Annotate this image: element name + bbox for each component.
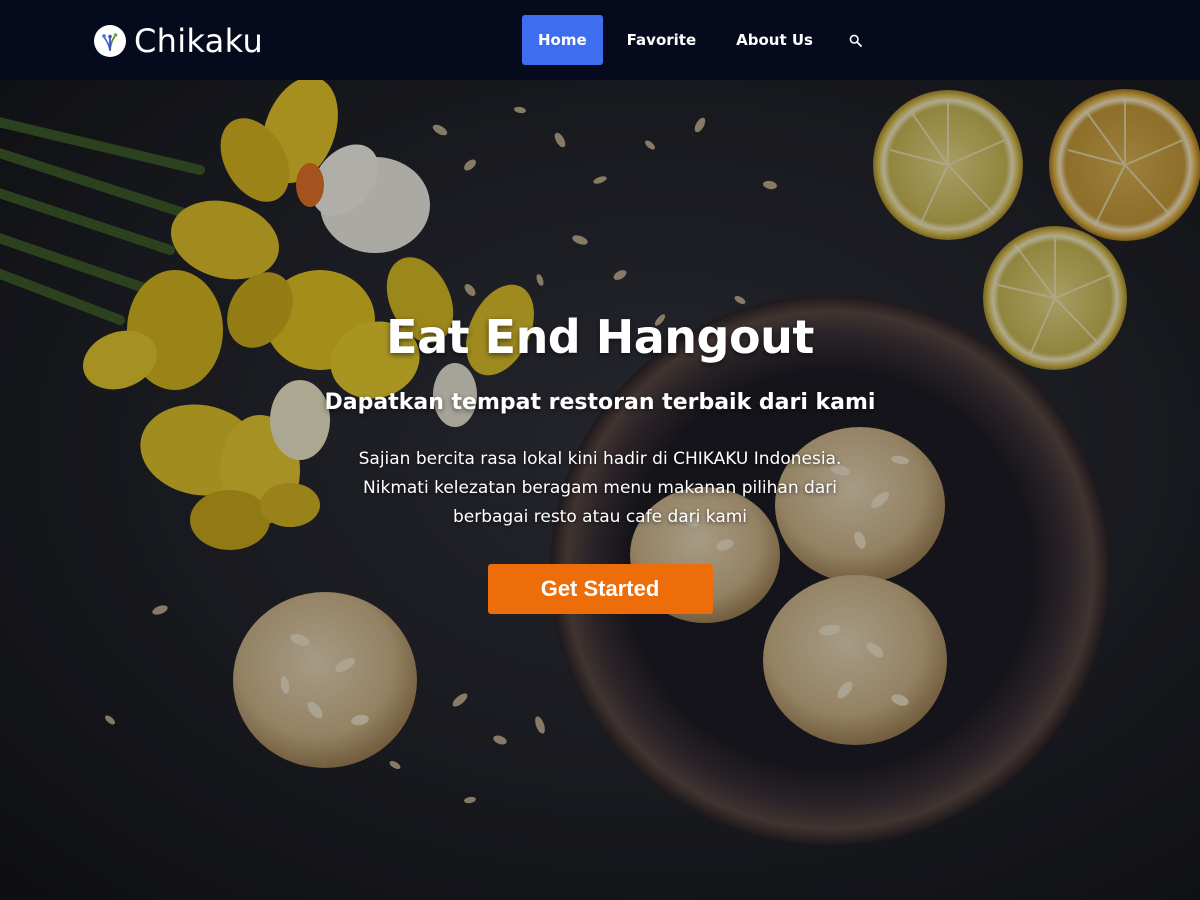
brand-name: Chikaku: [134, 22, 264, 60]
hero-subtitle: Dapatkan tempat restoran terbaik dari ka…: [324, 390, 876, 415]
brand-link[interactable]: Chikaku: [94, 22, 263, 60]
nav-favorite-link[interactable]: Favorite: [611, 15, 712, 65]
navbar: Chikaku Home Favorite About Us: [0, 0, 1200, 80]
hero-title: Eat End Hangout: [386, 310, 814, 364]
hero-section: Eat End Hangout Dapatkan tempat restoran…: [0, 80, 1200, 900]
hero-content: Eat End Hangout Dapatkan tempat restoran…: [300, 310, 900, 614]
search-icon: [850, 34, 863, 47]
nav-about-link[interactable]: About Us: [720, 15, 829, 65]
search-button[interactable]: [839, 15, 873, 65]
main-nav: Home Favorite About Us: [522, 15, 873, 65]
hero-description: Sajian bercita rasa lokal kini hadir di …: [358, 449, 842, 527]
flower-logo-icon: [94, 25, 126, 57]
get-started-button[interactable]: Get Started: [487, 564, 713, 614]
nav-home-link[interactable]: Home: [522, 15, 603, 65]
